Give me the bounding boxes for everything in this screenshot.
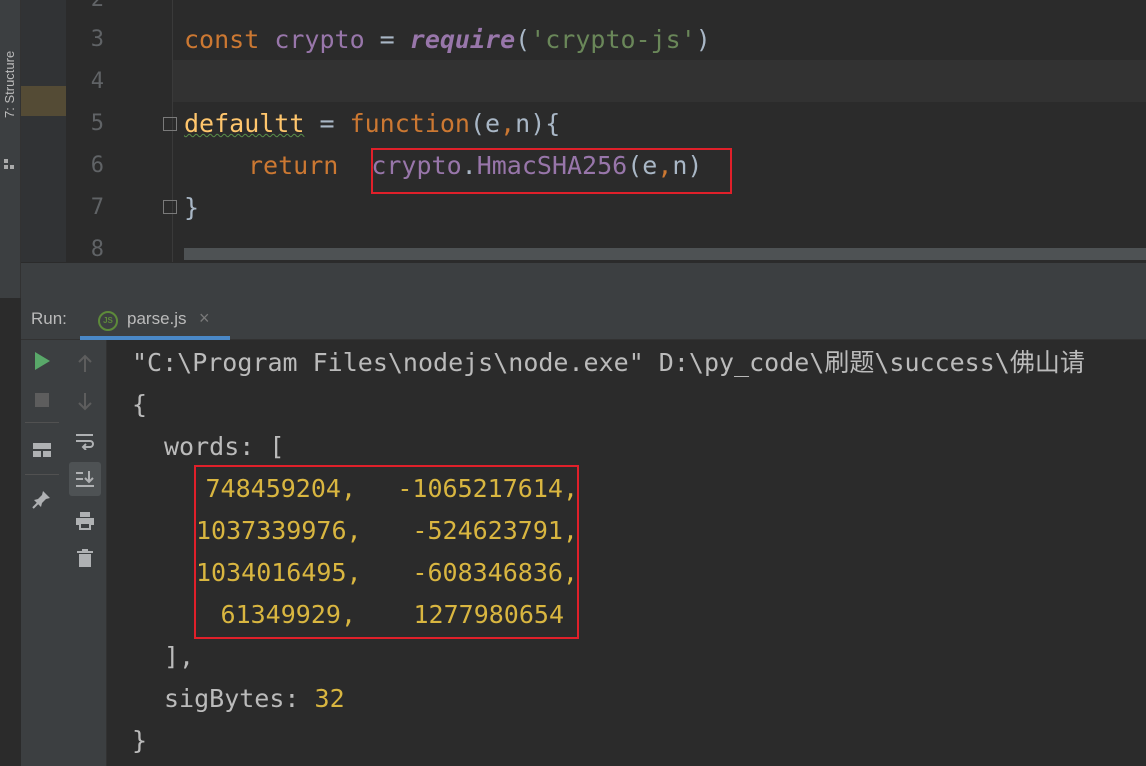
line-number: 6 (90, 153, 104, 178)
console-command-line: "C:\Program Files\nodejs\node.exe" D:\py… (132, 348, 1085, 377)
params: (e (470, 109, 501, 138)
code-line-7: } (184, 187, 199, 229)
fold-end-icon[interactable] (163, 200, 177, 214)
layout-icon[interactable] (29, 437, 55, 463)
closing-brace: } (184, 193, 200, 222)
line-number: 4 (90, 69, 104, 94)
right-margin-guide (172, 0, 173, 262)
horizontal-scrollbar[interactable] (184, 248, 1146, 260)
line-number: 7 (90, 195, 104, 220)
output-highlight-box (194, 465, 579, 639)
keyword-return: return (248, 151, 339, 180)
comma: , (500, 109, 516, 138)
require-call: require (409, 25, 516, 54)
operator: = (304, 109, 350, 138)
structure-icon (4, 159, 14, 169)
string-literal: 'crypto-js' (530, 25, 696, 54)
tab-label: parse.js (127, 309, 187, 328)
identifier-defaultt: defaultt (184, 109, 305, 138)
clear-all-trash-icon[interactable] (72, 545, 98, 571)
operator: = (364, 25, 410, 54)
structure-tool-tab[interactable]: 7: Structure (0, 30, 21, 169)
console-close-brace: } (132, 726, 148, 755)
line-number: 2 (66, 0, 104, 21)
stop-icon[interactable] (29, 387, 55, 413)
run-label: Run: (31, 309, 67, 328)
toolbar-separator (25, 474, 59, 475)
arrow-down-icon[interactable] (72, 389, 98, 415)
print-icon[interactable] (72, 507, 98, 533)
params-close: n){ (515, 109, 561, 138)
code-line-3: const crypto = require('crypto-js') (184, 19, 711, 61)
arrow-up-icon[interactable] (72, 350, 98, 376)
js-file-icon: JS (98, 311, 118, 331)
panel-splitter[interactable] (21, 262, 1146, 298)
close-tab-icon[interactable]: × (199, 308, 210, 329)
keyword-function: function (349, 109, 470, 138)
editor-gutter (21, 0, 66, 262)
structure-tab-label: 7: Structure (2, 50, 17, 118)
identifier-crypto: crypto (274, 25, 365, 54)
keyword-const: const (184, 25, 275, 54)
code-highlight-box (371, 148, 732, 194)
console-open-brace: { (132, 390, 148, 419)
current-line-highlight (172, 60, 1146, 102)
sigbytes-label: sigBytes: (164, 684, 315, 713)
console-words-label: words: [ (164, 432, 285, 461)
fold-toggle-icon[interactable] (163, 117, 177, 131)
gutter-current-line-marker (21, 86, 66, 116)
soft-wrap-icon[interactable] (72, 428, 98, 454)
paren: ) (695, 25, 711, 54)
toolbar-separator (25, 422, 59, 423)
line-number: 5 (90, 111, 104, 136)
paren: ( (515, 25, 531, 54)
code-line-5: defaultt = function(e,n){ (184, 103, 560, 145)
pin-icon[interactable] (29, 486, 55, 512)
sigbytes-value: 32 (314, 684, 345, 713)
console-close-bracket: ], (164, 642, 195, 671)
scroll-to-end-icon[interactable] (72, 466, 98, 492)
line-number: 3 (90, 27, 104, 52)
rerun-icon[interactable] (29, 348, 55, 374)
console-sigbytes-line: sigBytes: 32 (164, 678, 345, 720)
